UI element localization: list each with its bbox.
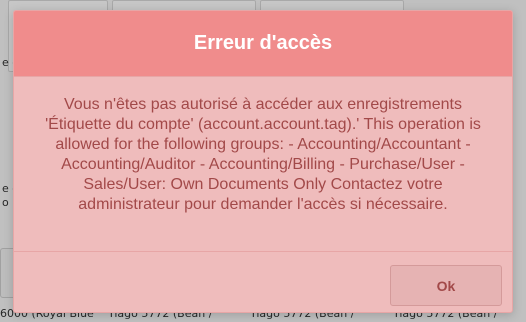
ok-button[interactable]: Ok <box>390 265 502 306</box>
dialog-header: Erreur d'accès <box>14 11 512 77</box>
dialog-message: Vous n'êtes pas autorisé à accéder aux e… <box>45 96 481 213</box>
dialog-title: Erreur d'accès <box>193 32 333 54</box>
dialog-footer: Ok <box>14 252 512 312</box>
dialog-body: Vous n'êtes pas autorisé à accéder aux e… <box>14 77 512 252</box>
error-dialog: Erreur d'accès Vous n'êtes pas autorisé … <box>13 10 513 313</box>
